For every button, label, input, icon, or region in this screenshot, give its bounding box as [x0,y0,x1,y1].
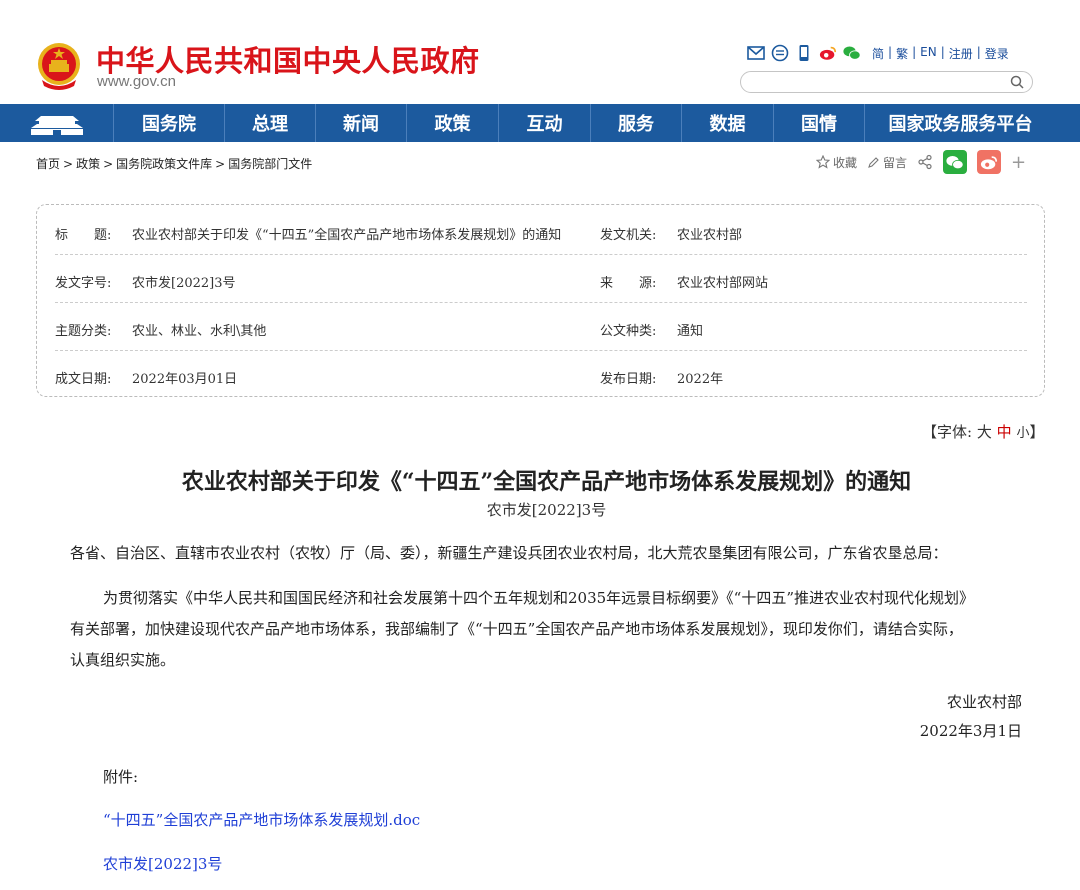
font-size-switch: 【字体: 大 中 小】 [922,421,1044,442]
info-created-value: 2022年03月01日 [132,372,238,387]
info-row: 主题分类: 农业、林业、水利\其他 公文种类: 通知 [55,303,1027,351]
weibo-share-icon[interactable] [977,150,1002,174]
article-signer: 农业农村部 [946,693,1022,711]
info-type-label: 公文种类: [600,324,657,339]
info-source-value: 农业农村部网站 [677,276,769,291]
info-title-label: 标 题: [55,228,112,243]
info-row: 发文字号: 农市发[2022]3号 来 源: 农业农村部网站 [55,255,1027,303]
lang-simplified-link[interactable]: 简 [872,45,884,62]
nav-item-services[interactable]: 服务 [591,104,682,142]
mail-icon[interactable] [747,44,765,62]
comment-label: 留言 [883,155,908,170]
font-size-suffix: 】 [1029,423,1045,441]
info-issuer-label: 发文机关: [600,228,657,243]
breadcrumb-policy[interactable]: 政策 [76,157,100,171]
site-url[interactable]: www.gov.cn [97,73,176,90]
breadcrumb-dept-docs[interactable]: 国务院部门文件 [228,157,312,171]
attachment-link-plan-doc[interactable]: “十四五”全国农产品产地市场体系发展规划.doc [103,809,420,830]
lang-traditional-link[interactable]: 繁 [896,45,908,62]
wechat-share-icon[interactable] [943,150,968,174]
comment-button[interactable]: 留言 [867,154,907,171]
info-issuer-value: 农业农村部 [677,228,743,243]
article-body-line-3: 认真组织实施。 [70,651,176,669]
nav-item-premier[interactable]: 总理 [225,104,316,142]
nav-item-news[interactable]: 新闻 [316,104,407,142]
document-info-box: 标 题: 农业农村部关于印发《“十四五”全国农产品产地市场体系发展规划》的通知 … [36,204,1045,397]
nav-item-national-info[interactable]: 国情 [774,104,865,142]
info-created-label: 成文日期: [55,372,112,387]
pencil-icon [868,156,879,168]
info-docno-label: 发文字号: [55,276,112,291]
info-source-label: 来 源: [600,276,657,291]
article-body-line-1: 为贯彻落实《中华人民共和国国民经济和社会发展第十四个五年规划和2035年远景目标… [103,589,975,607]
breadcrumb-library[interactable]: 国务院政策文件库 [116,157,212,171]
info-published-value: 2022年 [677,372,724,387]
font-medium-button[interactable]: 中 [997,423,1012,441]
search-box [740,71,1033,93]
chat-icon[interactable] [771,44,789,62]
font-size-prefix: 【字体: [922,423,973,441]
info-topic-value: 农业、林业、水利\其他 [132,324,267,339]
breadcrumb: 首页 > 政策 > 国务院政策文件库 > 国务院部门文件 [36,157,313,171]
article-title: 农业农村部关于印发《“十四五”全国农产品产地市场体系发展规划》的通知 [181,469,912,495]
info-row: 成文日期: 2022年03月01日 发布日期: 2022年 [55,351,1027,399]
share-icon[interactable] [917,154,933,170]
font-large-button[interactable]: 大 [977,423,992,441]
nav-item-data[interactable]: 数据 [682,104,774,142]
wechat-icon[interactable] [843,44,861,62]
favorite-button[interactable]: 收藏 [816,154,857,171]
lang-english-link[interactable]: EN [920,45,937,62]
login-link[interactable]: 登录 [985,45,1009,62]
plus-icon[interactable]: + [1011,152,1026,173]
star-icon [816,155,830,169]
nav-item-state-council[interactable]: 国务院 [114,104,225,142]
national-emblem-icon[interactable] [36,40,82,92]
article-addressee: 各省、自治区、直辖市农业农村（农牧）厅（局、委），新疆生产建设兵团农业农村局，北… [70,544,948,562]
info-topic-label: 主题分类: [55,324,112,339]
info-docno-value: 农市发[2022]3号 [132,276,236,291]
nav-item-policy[interactable]: 政策 [407,104,499,142]
nav-item-interaction[interactable]: 互动 [499,104,591,142]
register-link[interactable]: 注册 [949,45,973,62]
info-type-value: 通知 [677,324,704,339]
weibo-icon[interactable] [819,44,837,62]
info-title-value: 农业农村部关于印发《“十四五”全国农产品产地市场体系发展规划》的通知 [132,228,562,243]
tiananmen-icon[interactable] [0,104,114,142]
search-icon[interactable] [1008,74,1026,90]
search-input[interactable] [751,73,1011,93]
share-bar: 收藏 留言 + [816,150,1026,174]
mobile-icon[interactable] [795,44,813,62]
site-header: 中华人民共和国中央人民政府 www.gov.cn 简 | 繁 | EN | 注册 | 登… [0,0,1080,104]
favorite-label: 收藏 [833,155,858,170]
attachment-label: 附件: [103,768,139,786]
attachment-link-doc-number[interactable]: 农市发[2022]3号 [103,853,222,874]
info-row: 标 题: 农业农村部关于印发《“十四五”全国农产品产地市场体系发展规划》的通知 … [55,207,1027,255]
nav-item-service-platform[interactable]: 国家政务服务平台 [865,104,1056,142]
breadcrumb-home[interactable]: 首页 [36,157,60,171]
header-links: 简 | 繁 | EN | 注册 | 登录 [872,45,1009,62]
article-date: 2022年3月1日 [919,722,1022,740]
font-small-button[interactable]: 小 [1016,426,1029,441]
article-body-line-2: 有关部署，加快建设现代农产品产地市场体系，我部编制了《“十四五”全国农产品产地市… [70,620,963,638]
article-doc-number: 农市发[2022]3号 [486,501,607,519]
main-nav: 国务院 总理 新闻 政策 互动 服务 数据 国情 国家政务服务平台 [0,104,1080,142]
info-published-label: 发布日期: [600,372,657,387]
header-icons [747,44,861,62]
